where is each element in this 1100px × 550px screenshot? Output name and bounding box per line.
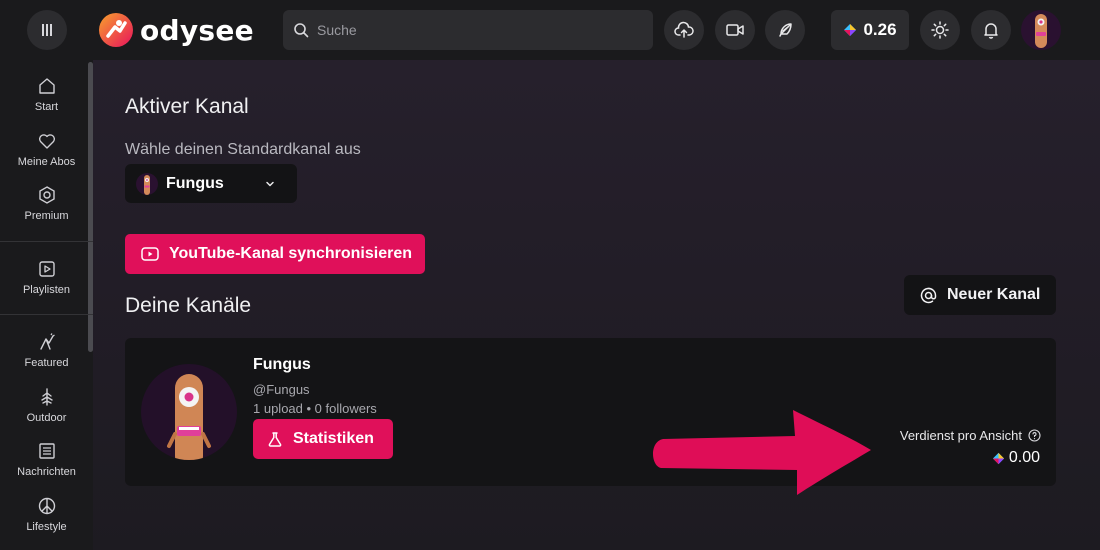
your-channels-title: Deine Kanäle <box>125 294 252 317</box>
user-avatar-button[interactable] <box>1021 10 1061 50</box>
statistics-label: Statistiken <box>293 430 374 447</box>
wallet-balance: 0.26 <box>863 20 897 39</box>
sidebar-item-label: Nachrichten <box>17 466 76 478</box>
go-live-button[interactable] <box>715 10 755 50</box>
sidebar-divider <box>0 314 93 315</box>
earnings-label: Verdienst pro Ansicht <box>900 428 1041 443</box>
youtube-sync-label: YouTube-Kanal synchronisieren <box>169 245 413 262</box>
sidebar-item-label: Start <box>34 101 59 113</box>
menu-icon <box>42 24 52 36</box>
earnings-label-text: Verdienst pro Ansicht <box>899 428 1022 443</box>
search-icon <box>294 23 309 38</box>
sidebar-item-label: Outdoor <box>26 412 67 424</box>
youtube-sync-button[interactable]: YouTube-Kanal synchronisieren <box>125 234 425 274</box>
statistics-button[interactable]: Statistiken <box>253 419 393 459</box>
brand-wordmark: odysee <box>140 13 254 47</box>
post-button[interactable] <box>765 10 805 50</box>
sidebar-item-nachrichten[interactable]: Nachrichten <box>0 440 93 478</box>
channel-card-handle: @Fungus <box>253 382 310 397</box>
light-mode-icon <box>931 21 949 39</box>
default-channel-label: Wähle deinen Standardkanal aus <box>125 141 361 158</box>
sidebar-item-premium[interactable]: Premium <box>0 184 93 222</box>
sidebar-item-label: Featured <box>24 357 69 369</box>
feather-icon <box>779 23 792 37</box>
search-bar[interactable] <box>283 10 653 50</box>
new-channel-button[interactable]: Neuer Kanal <box>904 275 1056 315</box>
peace-icon <box>36 495 58 517</box>
bell-icon <box>984 23 998 39</box>
chevron-down-icon <box>266 181 274 186</box>
sidebar-item-label: Premium <box>24 210 69 222</box>
sidebar-item-meine-abos[interactable]: Meine Abos <box>0 130 93 168</box>
earnings-value: 0.00 <box>992 449 1040 467</box>
flask-icon <box>268 432 282 447</box>
playlist-icon <box>36 258 58 280</box>
channel-card-name[interactable]: Fungus <box>253 356 311 374</box>
active-channel-title: Aktiver Kanal <box>125 95 249 118</box>
newspaper-icon <box>36 440 58 462</box>
sidebar-item-label: Playlisten <box>22 284 71 296</box>
upload-icon <box>674 21 694 38</box>
heart-icon <box>36 130 58 152</box>
premium-badge-icon <box>36 184 58 206</box>
sidebar-item-start[interactable]: Start <box>0 75 93 113</box>
wallet-balance-button[interactable]: 0.26 <box>831 10 909 50</box>
menu-button[interactable] <box>27 10 67 50</box>
video-camera-icon <box>726 24 744 36</box>
sidebar-item-label: Lifestyle <box>26 521 67 533</box>
sidebar-item-outdoor[interactable]: Outdoor <box>0 386 93 424</box>
channel-card-stats: 1 upload • 0 followers <box>253 401 377 416</box>
sidebar-item-featured[interactable]: Featured <box>0 331 93 369</box>
top-header: odysee 0.26 <box>0 0 1100 60</box>
sidebar-divider <box>0 241 93 242</box>
sidebar-item-label: Meine Abos <box>17 156 76 168</box>
notifications-button[interactable] <box>971 10 1011 50</box>
search-input[interactable] <box>317 22 617 38</box>
new-channel-label: Neuer Kanal <box>947 286 1041 303</box>
odysee-logo[interactable]: odysee <box>98 12 254 48</box>
odysee-logo-icon <box>99 13 133 47</box>
credits-icon <box>992 452 1004 464</box>
channel-avatar <box>136 172 158 195</box>
red-arrow-annotation <box>653 410 871 495</box>
selected-channel-name: Fungus <box>166 174 224 192</box>
credits-icon <box>844 24 857 36</box>
youtube-icon <box>141 247 159 261</box>
sidebar-item-lifestyle[interactable]: Lifestyle <box>0 495 93 533</box>
earnings-amount: 0.00 <box>1008 449 1040 466</box>
sidebar-item-playlisten[interactable]: Playlisten <box>0 258 93 296</box>
channel-card-avatar[interactable] <box>141 364 237 460</box>
avatar-icon <box>1035 14 1047 48</box>
upload-button[interactable] <box>664 10 704 50</box>
tree-icon <box>36 386 58 408</box>
home-icon <box>36 75 58 97</box>
at-sign-icon <box>920 287 937 303</box>
theme-toggle-button[interactable] <box>920 10 960 50</box>
channel-selector[interactable]: Fungus <box>125 164 297 203</box>
help-icon[interactable] <box>1028 429 1041 442</box>
featured-icon <box>36 331 58 353</box>
